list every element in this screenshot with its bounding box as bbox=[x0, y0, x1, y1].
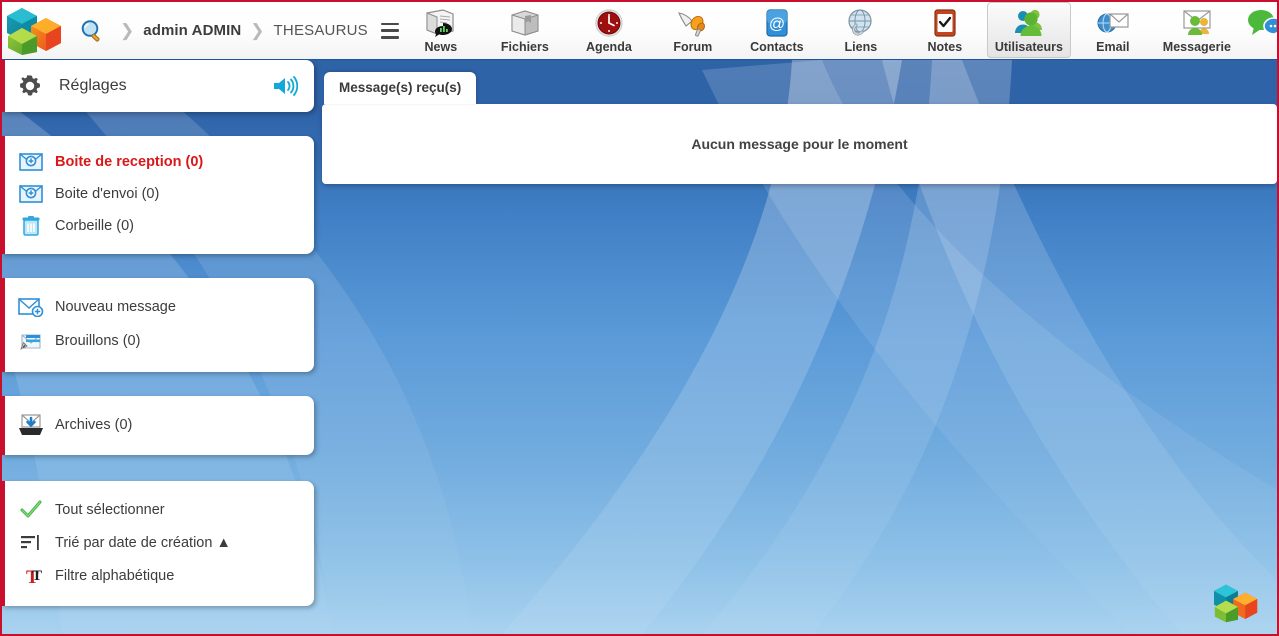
breadcrumb-separator-2: ❯ bbox=[250, 21, 264, 41]
archive-box-icon bbox=[15, 413, 47, 437]
nav-label-messagerie: Messagerie bbox=[1163, 40, 1231, 54]
nav-label-notes: Notes bbox=[927, 40, 962, 54]
sidebar-item-sort[interactable]: Trié par date de création ▲ bbox=[5, 526, 314, 559]
message-list-card: Aucun message pour le moment bbox=[322, 104, 1277, 184]
nav-item-email[interactable]: Email bbox=[1071, 2, 1155, 58]
sidebar-item-outbox[interactable]: Boite d'envoi (0) bbox=[5, 178, 314, 210]
compose-panel: Nouveau message Brouillons (0) bbox=[2, 278, 314, 372]
files-icon bbox=[507, 6, 543, 40]
nav-label-forum: Forum bbox=[673, 40, 712, 54]
nav-item-news[interactable]: News bbox=[399, 2, 483, 58]
alpha-filter-icon: T T bbox=[15, 565, 47, 587]
new-message-icon bbox=[15, 297, 47, 317]
nav-item-fichiers[interactable]: Fichiers bbox=[483, 2, 567, 58]
nav-item-liens[interactable]: Liens bbox=[819, 2, 903, 58]
breadcrumb-user[interactable]: admin ADMIN bbox=[143, 22, 241, 39]
settings-panel[interactable]: Réglages bbox=[2, 60, 314, 112]
sidebar-item-drafts[interactable]: Brouillons (0) bbox=[5, 324, 314, 358]
nav-item-notes[interactable]: Notes bbox=[903, 2, 987, 58]
nav-item-forum[interactable]: Forum bbox=[651, 2, 735, 58]
sidebar-label-trash: Corbeille (0) bbox=[47, 218, 134, 234]
sidebar-label-outbox: Boite d'envoi (0) bbox=[47, 186, 159, 202]
nav-item-agenda[interactable]: Agenda bbox=[567, 2, 651, 58]
brand-hexagon-logo[interactable] bbox=[2, 2, 72, 60]
nav-label-email: Email bbox=[1096, 40, 1129, 54]
app-launcher-nav: News Fichiers bbox=[399, 2, 1277, 60]
archives-panel: Archives (0) bbox=[2, 396, 314, 455]
checkbox-note-icon bbox=[929, 6, 961, 40]
tab-received-messages[interactable]: Message(s) reçu(s) bbox=[324, 72, 476, 104]
empty-state-message: Aucun message pour le moment bbox=[691, 136, 907, 152]
sidebar-item-inbox[interactable]: Boite de reception (0) bbox=[5, 146, 314, 178]
trash-icon bbox=[15, 215, 47, 237]
at-sign-icon: @ bbox=[760, 6, 794, 40]
hamburger-menu-icon[interactable] bbox=[381, 23, 399, 39]
sidebar-item-new-message[interactable]: Nouveau message bbox=[5, 290, 314, 324]
brand-hexagon-logo-small bbox=[1213, 583, 1263, 628]
tab-strip: Message(s) reçu(s) bbox=[322, 60, 1277, 104]
breadcrumb-app[interactable]: THESAURUS bbox=[274, 22, 368, 39]
globe-envelope-icon bbox=[1095, 6, 1131, 40]
brand-hexagon-logo-svg bbox=[6, 6, 68, 56]
mailbox-panel: Boite de reception (0) Boite d'envoi (0) bbox=[2, 136, 314, 254]
calendar-clock-icon bbox=[592, 6, 626, 40]
main-content: Message(s) reçu(s) Aucun message pour le… bbox=[322, 60, 1277, 184]
tools-panel: Tout sélectionner Trié par date de créat… bbox=[2, 481, 314, 606]
sidebar-label-alpha-filter: Filtre alphabétique bbox=[47, 568, 174, 584]
news-icon bbox=[423, 6, 459, 40]
search-icon[interactable] bbox=[72, 9, 112, 53]
settings-label: Réglages bbox=[47, 77, 127, 95]
envelope-users-icon bbox=[1178, 6, 1216, 40]
chat-bubbles-icon bbox=[1245, 6, 1277, 40]
nav-item-messagerie[interactable]: Messagerie bbox=[1155, 2, 1239, 58]
nav-label-news: News bbox=[425, 40, 458, 54]
gear-icon bbox=[13, 73, 47, 99]
sidebar-label-drafts: Brouillons (0) bbox=[47, 333, 140, 349]
nav-label-agenda: Agenda bbox=[586, 40, 632, 54]
sidebar-item-archives[interactable]: Archives (0) bbox=[5, 408, 314, 442]
breadcrumb: ❯ admin ADMIN ❯ THESAURUS bbox=[112, 21, 399, 41]
svg-text:T: T bbox=[32, 568, 42, 584]
nav-label-fichiers: Fichiers bbox=[501, 40, 549, 54]
sidebar-item-trash[interactable]: Corbeille (0) bbox=[5, 210, 314, 242]
nav-label-liens: Liens bbox=[845, 40, 878, 54]
outbox-envelope-icon bbox=[15, 184, 47, 204]
users-icon bbox=[1011, 6, 1047, 40]
globe-link-icon bbox=[844, 6, 878, 40]
nav-label-utilisateurs: Utilisateurs bbox=[995, 40, 1063, 54]
sidebar-label-new-message: Nouveau message bbox=[47, 299, 176, 315]
settings-label-group[interactable]: Réglages bbox=[5, 73, 272, 99]
sidebar-item-alpha-filter[interactable]: T T Filtre alphabétique bbox=[5, 559, 314, 592]
nav-item-chat[interactable] bbox=[1239, 2, 1277, 58]
desktop-wallpaper: Réglages bbox=[2, 60, 1277, 634]
speaker-sound-icon[interactable] bbox=[272, 75, 314, 97]
sidebar-label-select-all: Tout sélectionner bbox=[47, 502, 165, 518]
sidebar: Réglages bbox=[2, 60, 314, 620]
inbox-envelope-icon bbox=[15, 152, 47, 172]
sidebar-label-inbox: Boite de reception (0) bbox=[47, 154, 203, 170]
svg-text:@: @ bbox=[769, 16, 785, 33]
application-window: ❯ admin ADMIN ❯ THESAURUS bbox=[2, 2, 1277, 634]
drafts-pencil-icon bbox=[15, 330, 47, 352]
sidebar-item-select-all[interactable]: Tout sélectionner bbox=[5, 493, 314, 526]
nav-item-utilisateurs[interactable]: Utilisateurs bbox=[987, 2, 1071, 58]
green-check-icon bbox=[15, 500, 47, 520]
nav-label-contacts: Contacts bbox=[750, 40, 803, 54]
top-navigation-bar: ❯ admin ADMIN ❯ THESAURUS bbox=[2, 2, 1277, 60]
sidebar-label-sort: Trié par date de création ▲ bbox=[47, 535, 231, 551]
breadcrumb-separator-1: ❯ bbox=[120, 21, 134, 41]
megaphone-icon bbox=[675, 6, 711, 40]
nav-item-contacts[interactable]: @ Contacts bbox=[735, 2, 819, 58]
sort-lines-icon bbox=[15, 533, 47, 553]
sidebar-label-archives: Archives (0) bbox=[47, 417, 132, 433]
search-icon-svg bbox=[79, 18, 105, 44]
